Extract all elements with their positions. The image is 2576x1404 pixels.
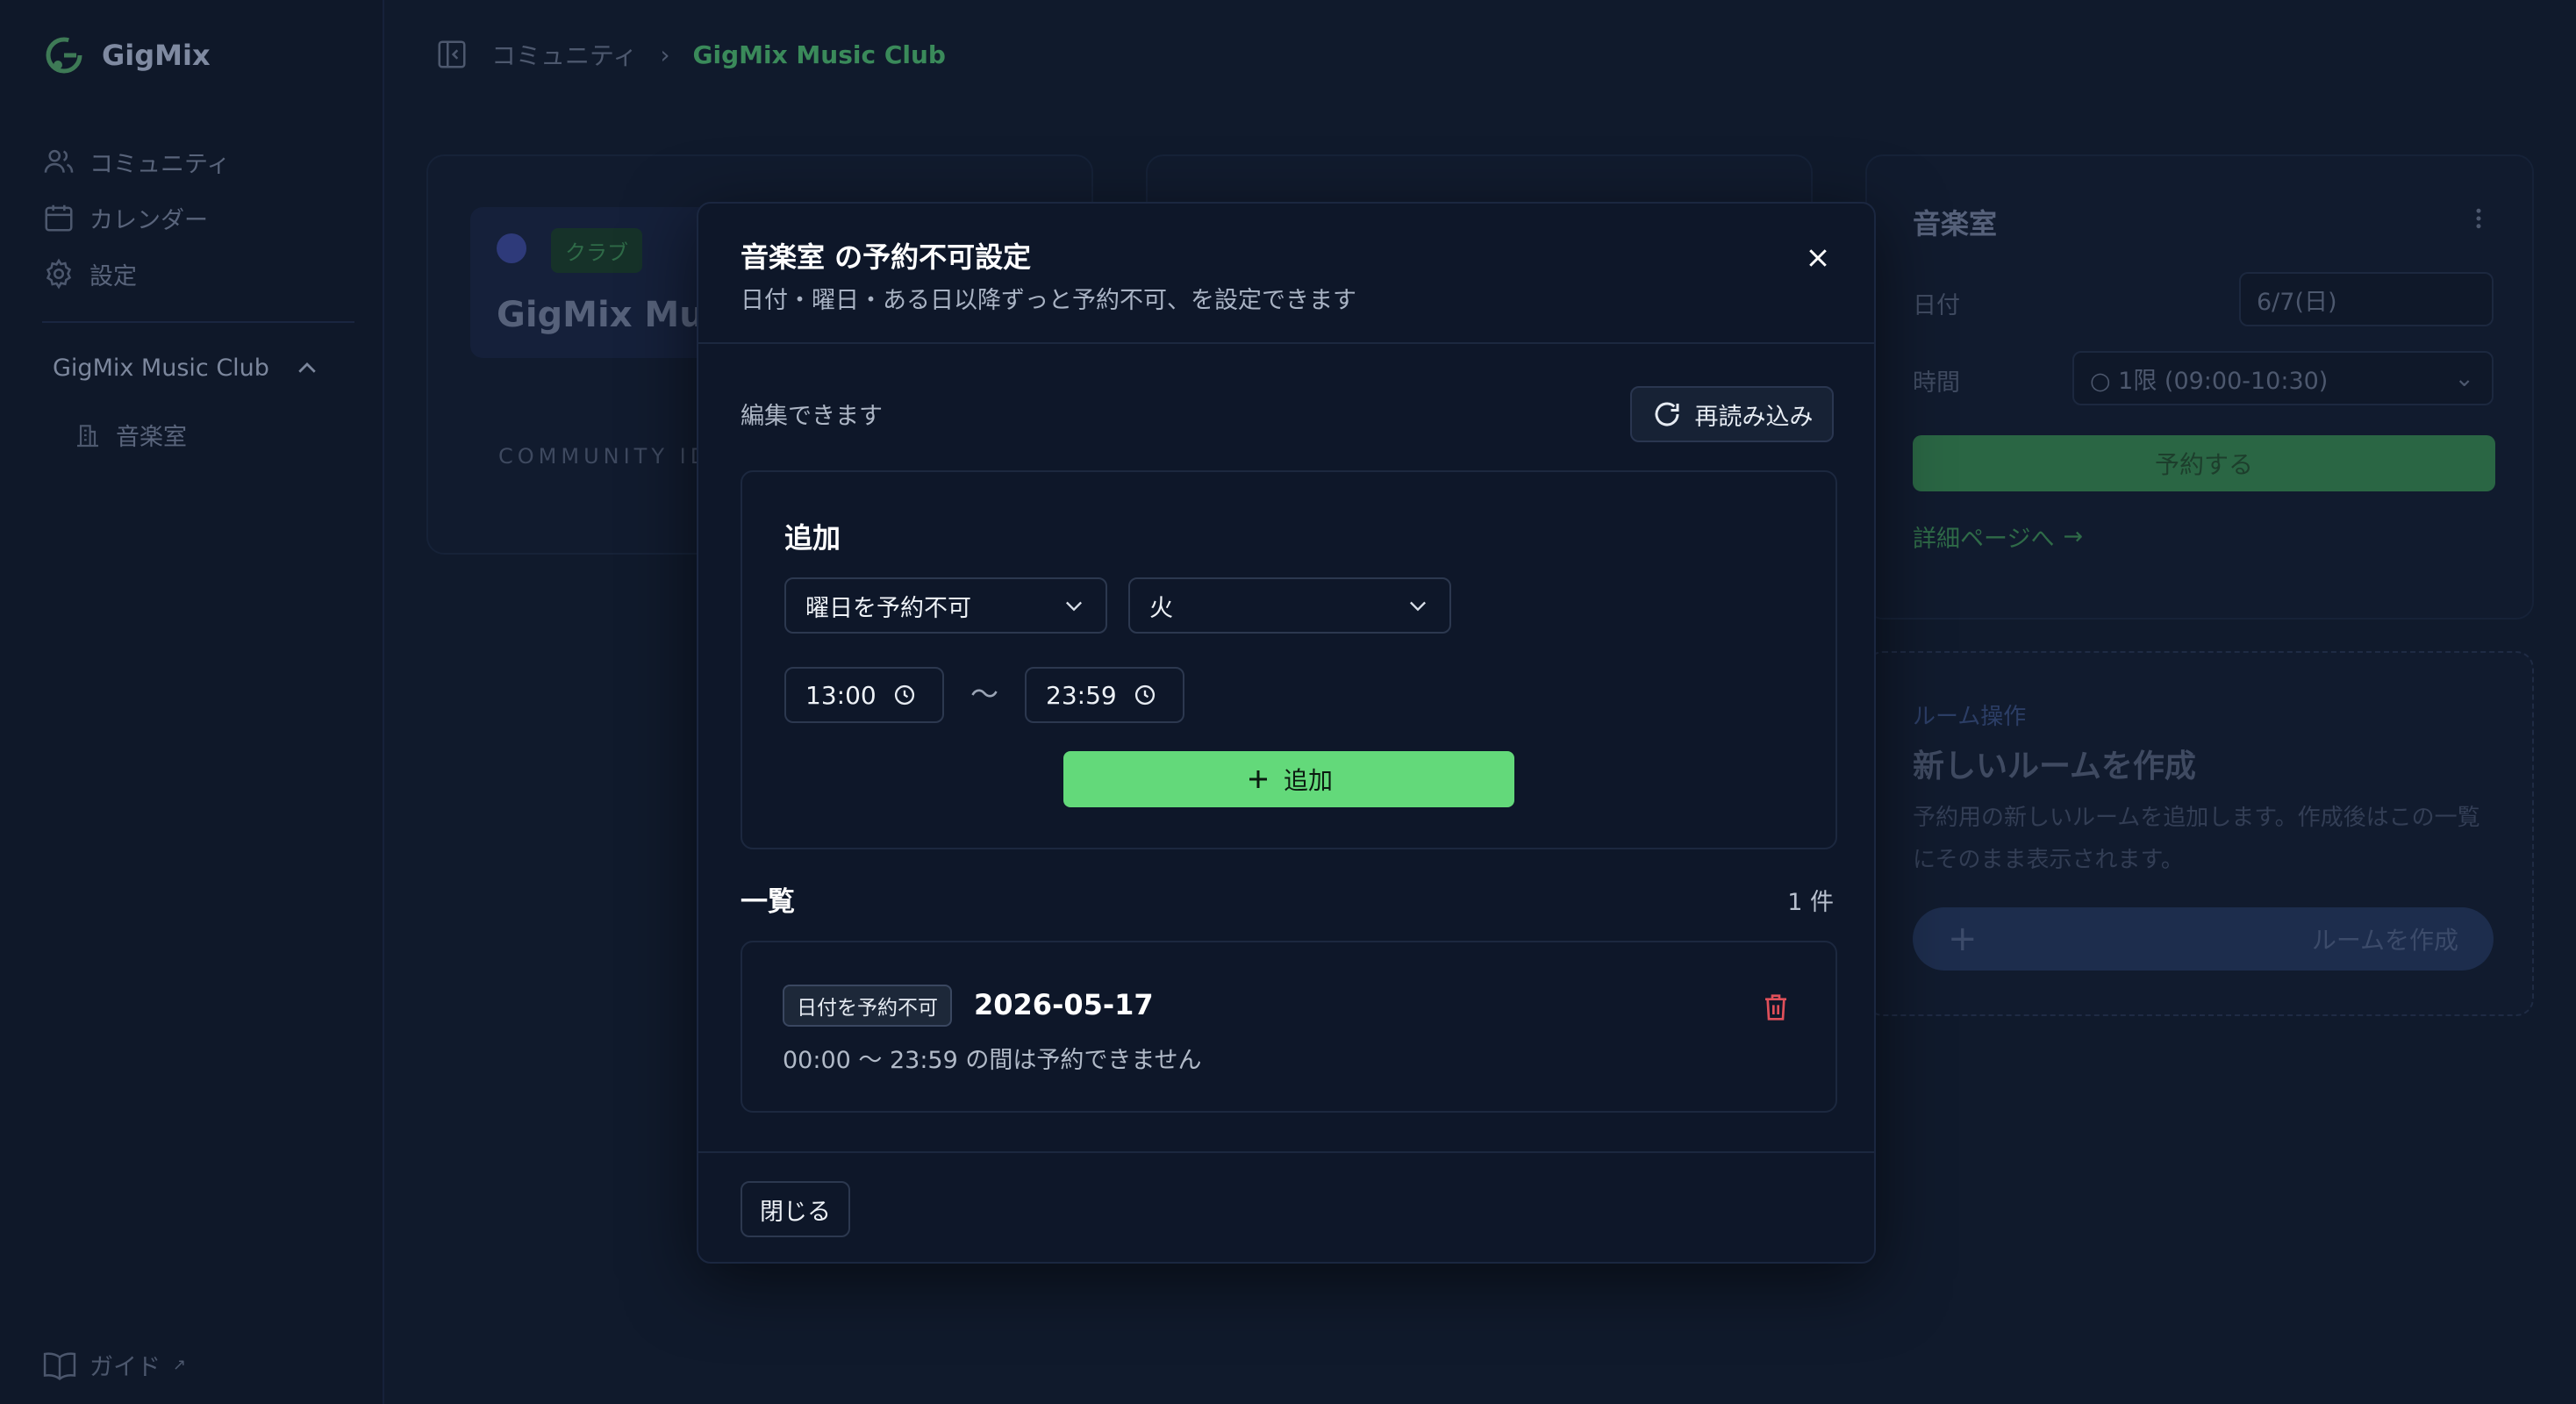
add-rule-panel: 追加 曜日を予約不可 火 13:00 〜 23:59 追加 <box>741 470 1837 849</box>
book-open-icon <box>43 1351 76 1380</box>
arrow-right-icon: → <box>2063 523 2084 550</box>
create-room-button-label: ルームを作成 <box>2311 926 2458 955</box>
add-rule-button[interactable]: 追加 <box>1063 751 1514 807</box>
breadcrumb-current: GigMix Music Club <box>692 39 946 69</box>
club-avatar <box>497 233 526 263</box>
breadcrumb-parent[interactable]: コミュニティ <box>491 37 637 72</box>
close-icon <box>1809 249 1827 267</box>
plus-icon: + <box>1948 919 1978 959</box>
sidebar-item-community[interactable]: コミュニティ <box>42 133 230 190</box>
gear-icon <box>46 258 72 290</box>
detail-link-label: 詳細ページへ <box>1913 526 2055 553</box>
sidebar-item-calendar[interactable]: カレンダー <box>42 190 230 246</box>
editable-status: 編集できます <box>741 403 883 430</box>
rule-type-select[interactable]: 曜日を予約不可 <box>784 577 1107 634</box>
modal-close-button[interactable]: 閉じる <box>741 1181 850 1237</box>
sidebar-room-music-room[interactable]: 音楽室 <box>74 418 187 452</box>
start-time-input[interactable]: 13:00 <box>784 667 944 723</box>
sidebar-item-label: コミュニティ <box>89 150 231 178</box>
chevron-down-icon <box>1066 601 1082 612</box>
start-time-value: 13:00 <box>805 680 877 710</box>
date-field[interactable]: 6/7(日) <box>2239 272 2494 326</box>
list-count: 1 件 <box>1787 889 1834 916</box>
clock-icon <box>894 684 914 706</box>
plus-icon <box>1249 770 1267 788</box>
time-select[interactable]: ○ 1限 (09:00-10:30) ⌄ <box>2072 351 2494 405</box>
building-icon <box>77 424 98 447</box>
reload-button-label: 再読み込み <box>1694 403 1814 431</box>
add-rule-button-label: 追加 <box>1283 766 1333 795</box>
modal-close-x-button[interactable] <box>1800 240 1835 276</box>
detail-page-link[interactable]: 詳細ページへ → <box>1913 519 2083 554</box>
rule-type-value: 曜日を予約不可 <box>805 594 971 622</box>
chevron-down-icon: ⌄ <box>2454 364 2474 392</box>
sidebar-room-label: 音楽室 <box>116 424 187 451</box>
reload-button[interactable]: 再読み込み <box>1630 386 1834 442</box>
create-room-title: 新しいルームを作成 <box>1913 749 2196 784</box>
list-heading: 一覧 <box>741 886 795 918</box>
date-label: 日付 <box>1913 292 1960 319</box>
time-value: 1限 (09:00-10:30) <box>2118 367 2329 395</box>
club-group-toggle[interactable]: GigMix Music Club <box>53 355 320 382</box>
sidebar-divider <box>42 321 354 323</box>
room-card-title: 音楽室 <box>1913 207 1998 240</box>
trash-icon[interactable] <box>1762 992 1790 1023</box>
brand[interactable]: GigMix <box>42 33 211 77</box>
unavailable-settings-modal: 音楽室 の予約不可設定 日付・曜日・ある日以降ずっと予約不可、を設定できます 編… <box>697 202 1876 1264</box>
add-section-heading: 追加 <box>784 521 841 555</box>
create-room-button[interactable]: + ルームを作成 <box>1913 907 2494 971</box>
weekday-value: 火 <box>1149 594 1173 622</box>
create-room-description: 予約用の新しいルームを追加します。作成後はこの一覧にそのまま表示されます。 <box>1913 805 2480 873</box>
chevron-right-icon: › <box>660 39 670 69</box>
sidebar-item-settings[interactable]: 設定 <box>42 246 230 302</box>
refresh-icon <box>1655 402 1678 426</box>
sidebar-item-label: 設定 <box>89 262 137 290</box>
modal-header-divider <box>698 342 1874 344</box>
time-label: 時間 <box>1913 369 1960 397</box>
date-value: 6/7(日) <box>2257 288 2337 316</box>
app-root: GigMix コミュニティ カレンダー 設定 GigMix Music Club… <box>0 0 2576 1404</box>
weekday-select[interactable]: 火 <box>1128 577 1451 634</box>
create-room-eyebrow: ルーム操作 <box>1913 704 2027 730</box>
sidebar-toggle-icon[interactable] <box>435 38 469 71</box>
guide-label: ガイド <box>89 1354 161 1381</box>
reserve-button[interactable]: 予約する <box>1913 435 2495 491</box>
club-tag: クラブ <box>551 228 642 273</box>
community-id-label: COMMUNITY ID <box>498 444 712 469</box>
users-icon <box>44 149 74 173</box>
end-time-value: 23:59 <box>1046 680 1117 710</box>
more-vertical-icon[interactable] <box>2465 205 2492 232</box>
chevron-down-icon <box>1410 601 1426 612</box>
modal-footer-divider <box>698 1151 1874 1153</box>
time-value-wrap: ○ 1限 (09:00-10:30) <box>2090 367 2329 395</box>
list-item: 日付を予約不可 2026-05-17 00:00 〜 23:59 の間は予約でき… <box>741 941 1837 1113</box>
time-range-separator: 〜 <box>970 677 999 711</box>
guide-link[interactable]: ガイド ↗ <box>42 1348 186 1382</box>
create-room-card: ルーム操作 新しいルームを作成 予約用の新しいルームを追加します。作成後はこの一… <box>1865 651 2534 1016</box>
rule-type-badge: 日付を予約不可 <box>783 985 952 1027</box>
rule-date: 2026-05-17 <box>974 988 1154 1021</box>
chevron-up-icon <box>298 362 316 373</box>
sidebar-item-label: カレンダー <box>89 206 208 234</box>
clock-icon <box>1134 684 1155 706</box>
sidebar-nav: コミュニティ カレンダー 設定 <box>42 133 230 302</box>
modal-subtitle: 日付・曜日・ある日以降ずっと予約不可、を設定できます <box>741 287 1356 314</box>
brand-name: GigMix <box>102 39 211 72</box>
room-booking-card: 音楽室 日付 6/7(日) 時間 ○ 1限 (09:00-10:30) ⌄ 予約… <box>1865 154 2534 620</box>
sidebar: GigMix コミュニティ カレンダー 設定 GigMix Music Club… <box>0 0 384 1404</box>
breadcrumb: コミュニティ › GigMix Music Club <box>435 37 946 72</box>
external-link-icon: ↗ <box>173 1356 187 1374</box>
end-time-input[interactable]: 23:59 <box>1025 667 1184 723</box>
rule-description: 00:00 〜 23:59 の間は予約できません <box>783 1047 1202 1074</box>
modal-title: 音楽室 の予約不可設定 <box>741 240 1032 274</box>
gigmix-logo-icon <box>46 37 82 74</box>
calendar-icon <box>45 204 73 232</box>
club-name: GigMix Music Club <box>53 355 269 382</box>
